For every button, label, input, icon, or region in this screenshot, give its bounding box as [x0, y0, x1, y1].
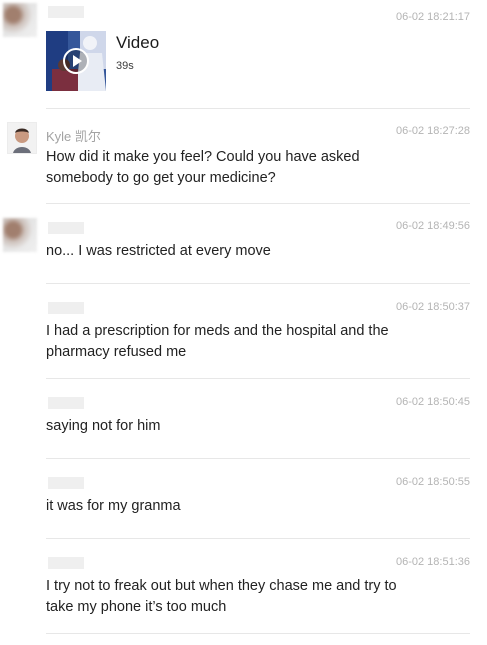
message-line: no... I was restricted at every move	[46, 243, 271, 259]
play-icon[interactable]	[62, 47, 90, 75]
avatar[interactable]	[7, 122, 37, 154]
message-timestamp: 06-02 18:49:56	[395, 220, 470, 232]
video-label: Video	[116, 33, 160, 52]
message-timestamp: 06-02 18:51:36	[395, 556, 470, 568]
avatar[interactable]	[3, 3, 37, 37]
message-line: it was for my granma	[46, 498, 181, 514]
message-timestamp: 06-02 18:50:55	[395, 476, 470, 488]
message-text: How did it make you feel? Could you have…	[46, 147, 436, 189]
message-line: saying not for him	[46, 418, 161, 434]
message-divider	[46, 633, 470, 634]
video-duration: 39s	[116, 60, 134, 72]
message-timestamp: 06-02 18:27:28	[395, 125, 470, 137]
message-line: I had a prescription for meds and the ho…	[46, 323, 389, 339]
message-text: I try not to freak out but when they cha…	[46, 576, 436, 618]
message-item: 06-02 18:49:56 no... I was restricted at…	[0, 204, 487, 284]
message-item: 06-02 18:50:55 it was for my granma	[0, 459, 487, 539]
sender-name-blurred	[48, 302, 84, 314]
message-text: saying not for him	[46, 416, 436, 437]
message-line: take my phone it’s too much	[46, 599, 227, 615]
message-text: it was for my granma	[46, 496, 436, 517]
message-text: I had a prescription for meds and the ho…	[46, 321, 436, 363]
message-item: 06-02 18:50:45 saying not for him	[0, 379, 487, 459]
sender-name-blurred	[48, 6, 84, 18]
avatar-icon	[8, 123, 36, 153]
message-item: Kyle 凯尔 06-02 18:27:28 How did it make y…	[0, 109, 487, 204]
sender-name-blurred	[48, 222, 84, 234]
video-thumbnail[interactable]	[46, 31, 106, 91]
avatar[interactable]	[3, 218, 37, 252]
message-item: 06-02 18:51:36 I try not to freak out bu…	[0, 539, 487, 634]
message-line: somebody to go get your medicine?	[46, 170, 276, 186]
message-timestamp: 06-02 18:50:45	[395, 396, 470, 408]
message-line: How did it make you feel? Could you have…	[46, 149, 360, 165]
message-line: pharmacy refused me	[46, 344, 187, 360]
message-item: 06-02 18:21:17 Video 39s	[0, 0, 487, 108]
sender-name-blurred	[48, 557, 84, 569]
sender-name-blurred	[48, 397, 84, 409]
message-timestamp: 06-02 18:21:17	[395, 11, 470, 23]
message-timestamp: 06-02 18:50:37	[395, 301, 470, 313]
message-item: 06-02 18:50:37 I had a prescription for …	[0, 284, 487, 379]
message-line: I try not to freak out but when they cha…	[46, 578, 397, 594]
sender-name-blurred	[48, 477, 84, 489]
message-text: no... I was restricted at every move	[46, 241, 436, 262]
sender-name: Kyle 凯尔	[46, 129, 101, 144]
